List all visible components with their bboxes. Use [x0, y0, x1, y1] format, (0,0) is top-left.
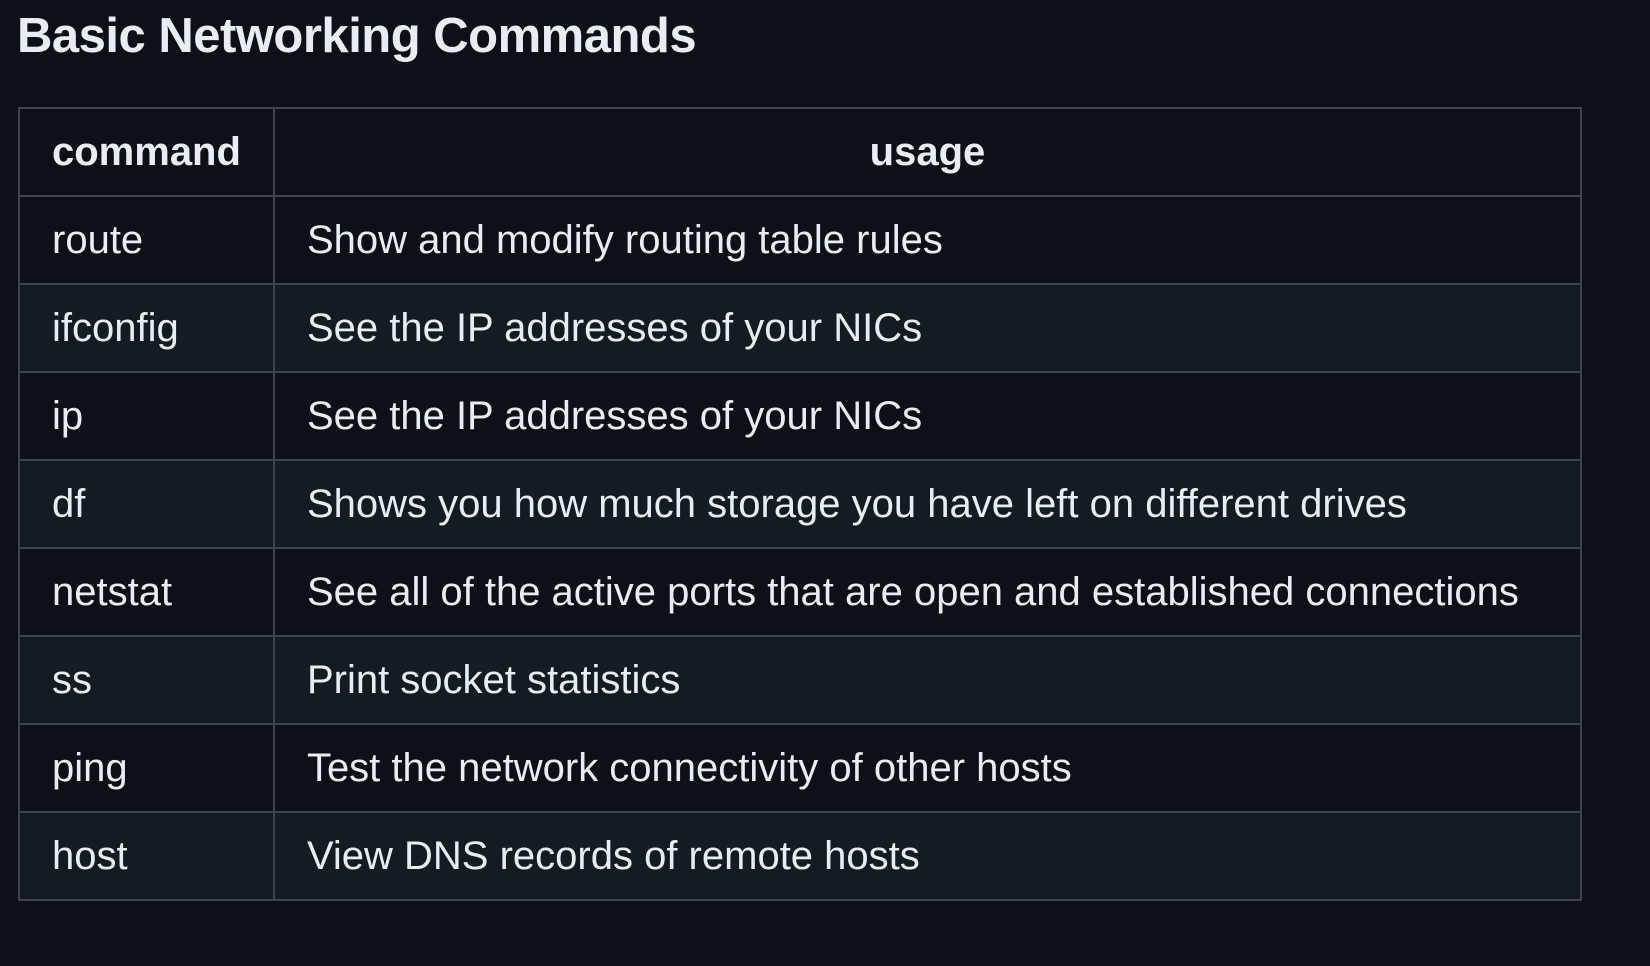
usage-cell: Print socket statistics — [272, 635, 1583, 725]
commands-table: command usage route Show and modify rout… — [18, 107, 1583, 901]
command-cell: ss — [18, 635, 275, 725]
command-cell: ping — [18, 723, 275, 813]
table-row: ping Test the network connectivity of ot… — [18, 723, 1583, 813]
table-row: host View DNS records of remote hosts — [18, 811, 1583, 901]
command-cell: netstat — [18, 547, 275, 637]
page: Basic Networking Commands command usage … — [0, 0, 1650, 966]
usage-cell: View DNS records of remote hosts — [272, 811, 1583, 901]
table-body: route Show and modify routing table rule… — [18, 195, 1583, 901]
column-header-usage: usage — [272, 107, 1583, 197]
command-cell: ip — [18, 371, 275, 461]
table-row: ip See the IP addresses of your NICs — [18, 371, 1583, 461]
table-row: df Shows you how much storage you have l… — [18, 459, 1583, 549]
usage-cell: Show and modify routing table rules — [272, 195, 1583, 285]
table-row: ss Print socket statistics — [18, 635, 1583, 725]
column-header-command: command — [18, 107, 275, 197]
usage-cell: See the IP addresses of your NICs — [272, 371, 1583, 461]
command-cell: host — [18, 811, 275, 901]
usage-cell: Shows you how much storage you have left… — [272, 459, 1583, 549]
usage-cell: Test the network connectivity of other h… — [272, 723, 1583, 813]
table-row: route Show and modify routing table rule… — [18, 195, 1583, 285]
command-cell: df — [18, 459, 275, 549]
table-header: command usage — [18, 107, 1583, 197]
page-title: Basic Networking Commands — [17, 9, 697, 63]
command-cell: ifconfig — [18, 283, 275, 373]
usage-cell: See the IP addresses of your NICs — [272, 283, 1583, 373]
usage-cell: See all of the active ports that are ope… — [272, 547, 1583, 637]
command-cell: route — [18, 195, 275, 285]
table-row: ifconfig See the IP addresses of your NI… — [18, 283, 1583, 373]
table-row: netstat See all of the active ports that… — [18, 547, 1583, 637]
header-row: command usage — [18, 107, 1583, 197]
